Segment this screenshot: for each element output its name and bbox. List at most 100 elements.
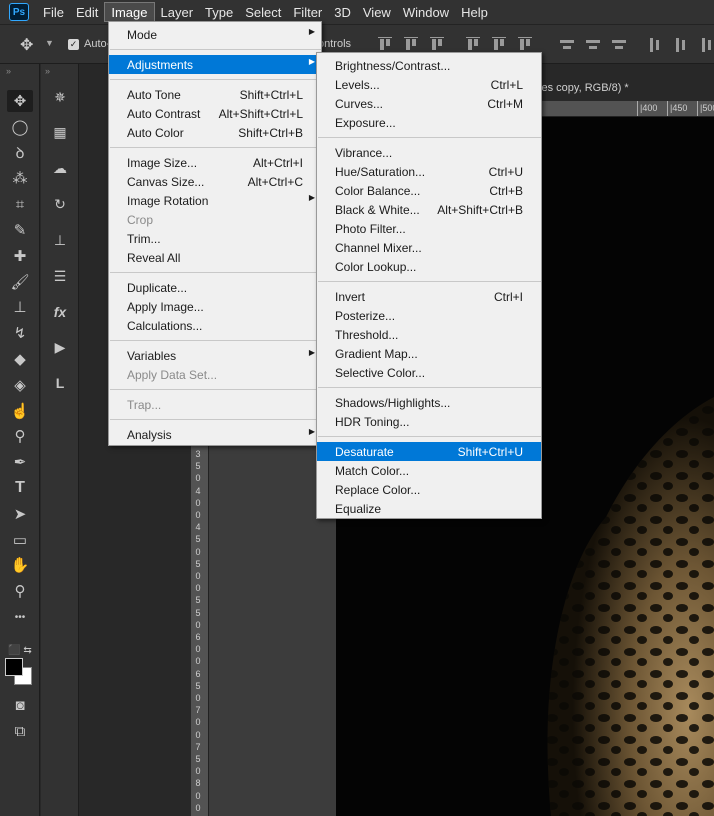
path-selection-icon[interactable]: ➤ bbox=[7, 503, 33, 525]
quick-mask-icon[interactable]: ◙ bbox=[7, 694, 33, 716]
menu-item-image-size[interactable]: Image Size... Alt+Ctrl+I bbox=[109, 153, 321, 172]
menu-image[interactable]: Image bbox=[104, 2, 155, 22]
menu-select[interactable]: Select bbox=[239, 2, 287, 22]
menu-item-replace-color[interactable]: Replace Color... bbox=[317, 480, 541, 499]
chevron-down-icon[interactable]: ▼ bbox=[45, 38, 54, 48]
align-distribute-icon[interactable] bbox=[700, 37, 714, 53]
menu-item-image-rotation[interactable]: Image Rotation ▶ bbox=[109, 191, 321, 210]
styles-panel-icon[interactable]: fx bbox=[48, 301, 72, 323]
history-panel-icon[interactable]: ↻ bbox=[48, 193, 72, 215]
menu-item-auto-color[interactable]: Auto Color Shift+Ctrl+B bbox=[109, 123, 321, 142]
menu-item-duplicate[interactable]: Duplicate... bbox=[109, 278, 321, 297]
menu-window[interactable]: Window bbox=[397, 2, 455, 22]
align-distribute-icon[interactable] bbox=[518, 37, 532, 53]
menu-item-posterize[interactable]: Posterize... bbox=[317, 306, 541, 325]
pen-icon[interactable]: ✒ bbox=[7, 451, 33, 473]
menu-view[interactable]: View bbox=[357, 2, 397, 22]
paragraph-panel-icon[interactable]: ☰ bbox=[48, 265, 72, 287]
menu-item-invert[interactable]: Invert Ctrl+I bbox=[317, 287, 541, 306]
align-distribute-icon[interactable] bbox=[492, 37, 506, 53]
rectangle-tool-icon[interactable]: ▭ bbox=[7, 529, 33, 551]
menu-item-match-color[interactable]: Match Color... bbox=[317, 461, 541, 480]
menu-edit[interactable]: Edit bbox=[70, 2, 104, 22]
screen-mode-icon[interactable]: ⧉ bbox=[7, 720, 33, 742]
menu-type[interactable]: Type bbox=[199, 2, 239, 22]
menu-item-threshold[interactable]: Threshold... bbox=[317, 325, 541, 344]
document-tab-title[interactable]: yes copy, RGB/8) * bbox=[536, 82, 629, 94]
menu-item-curves[interactable]: Curves... Ctrl+M bbox=[317, 94, 541, 113]
menu-shortcut: Alt+Ctrl+C bbox=[247, 175, 303, 189]
menu-filter[interactable]: Filter bbox=[287, 2, 328, 22]
menu-item-brightness-contrast[interactable]: Brightness/Contrast... bbox=[317, 56, 541, 75]
menu-item-channel-mixer[interactable]: Channel Mixer... bbox=[317, 238, 541, 257]
smudge-icon[interactable]: ☝ bbox=[7, 400, 33, 422]
align-distribute-icon[interactable] bbox=[430, 37, 444, 53]
menu-item-auto-contrast[interactable]: Auto Contrast Alt+Shift+Ctrl+L bbox=[109, 104, 321, 123]
menu-item-color-balance[interactable]: Color Balance... Ctrl+B bbox=[317, 181, 541, 200]
align-distribute-icon[interactable] bbox=[612, 37, 626, 53]
navigator-panel-icon[interactable]: ✵ bbox=[48, 86, 72, 108]
clone-stamp-icon[interactable]: ⊥ bbox=[7, 296, 33, 318]
eyedropper-icon[interactable]: ✎ bbox=[7, 219, 33, 241]
menu-item-mode[interactable]: Mode ▶ bbox=[109, 25, 321, 44]
magic-wand-icon[interactable]: ⁂ bbox=[7, 167, 33, 189]
menu-item-gradient-map[interactable]: Gradient Map... bbox=[317, 344, 541, 363]
align-distribute-icon[interactable] bbox=[648, 37, 662, 53]
menu-item-color-lookup[interactable]: Color Lookup... bbox=[317, 257, 541, 276]
brush-icon[interactable]: 🖌 bbox=[7, 271, 33, 293]
menu-item-adjustments[interactable]: Adjustments ▶ bbox=[109, 55, 321, 74]
align-distribute-icon[interactable] bbox=[466, 37, 480, 53]
auto-select-checkbox[interactable]: ✓ bbox=[68, 39, 79, 50]
paint-bucket-icon[interactable]: ◈ bbox=[7, 374, 33, 396]
foreground-color-swatch[interactable] bbox=[5, 658, 23, 676]
menu-item-apply-image[interactable]: Apply Image... bbox=[109, 297, 321, 316]
menu-item-variables[interactable]: Variables ▶ bbox=[109, 346, 321, 365]
type-tool-icon[interactable]: T bbox=[7, 477, 33, 499]
history-brush-icon[interactable]: ↯ bbox=[7, 322, 33, 344]
menu-item-exposure[interactable]: Exposure... bbox=[317, 113, 541, 132]
panel-grip-icon[interactable]: » bbox=[45, 66, 50, 76]
menu-item-analysis[interactable]: Analysis ▶ bbox=[109, 425, 321, 444]
zoom-tool-icon[interactable]: ⚲ bbox=[7, 580, 33, 602]
menu-item-hdr-toning[interactable]: HDR Toning... bbox=[317, 412, 541, 431]
hand-tool-icon[interactable]: ✋ bbox=[7, 554, 33, 576]
menu-item-selective-color[interactable]: Selective Color... bbox=[317, 363, 541, 382]
menu-item-reveal-all[interactable]: Reveal All bbox=[109, 248, 321, 267]
libraries-panel-icon[interactable]: ☁ bbox=[48, 158, 72, 180]
panel-grip-icon[interactable]: » bbox=[6, 66, 11, 76]
align-distribute-icon[interactable] bbox=[586, 37, 600, 53]
move-tool-preset-icon[interactable]: ✥ bbox=[20, 35, 33, 55]
menu-item-auto-tone[interactable]: Auto Tone Shift+Ctrl+L bbox=[109, 85, 321, 104]
align-distribute-icon[interactable] bbox=[404, 37, 418, 53]
more-tools-icon[interactable]: ••• bbox=[7, 606, 33, 628]
menu-item-trim[interactable]: Trim... bbox=[109, 229, 321, 248]
menu-item-levels[interactable]: Levels... Ctrl+L bbox=[317, 75, 541, 94]
menu-3d[interactable]: 3D bbox=[328, 2, 357, 22]
dodge-icon[interactable]: ⚲ bbox=[7, 425, 33, 447]
align-distribute-icon[interactable] bbox=[378, 37, 392, 53]
actions-panel-icon[interactable]: ▶ bbox=[48, 337, 72, 359]
menu-item-vibrance[interactable]: Vibrance... bbox=[317, 143, 541, 162]
menu-item-equalize[interactable]: Equalize bbox=[317, 499, 541, 518]
align-distribute-icon[interactable] bbox=[560, 37, 574, 53]
healing-brush-icon[interactable]: ✚ bbox=[7, 245, 33, 267]
properties-panel-icon[interactable]: ▦ bbox=[48, 122, 72, 144]
menu-file[interactable]: File bbox=[37, 2, 70, 22]
layer-comps-panel-icon[interactable]: L bbox=[48, 372, 72, 394]
move-tool-icon[interactable]: ✥ bbox=[7, 90, 33, 112]
menu-help[interactable]: Help bbox=[455, 2, 494, 22]
lasso-icon[interactable]: ꝺ bbox=[7, 142, 33, 164]
menu-item-photo-filter[interactable]: Photo Filter... bbox=[317, 219, 541, 238]
menu-item-hue-saturation[interactable]: Hue/Saturation... Ctrl+U bbox=[317, 162, 541, 181]
menu-item-desaturate[interactable]: Desaturate Shift+Ctrl+U bbox=[317, 442, 541, 461]
menu-item-calculations[interactable]: Calculations... bbox=[109, 316, 321, 335]
clone-source-panel-icon[interactable]: ⊥ bbox=[48, 229, 72, 251]
eraser-icon[interactable]: ◆ bbox=[7, 348, 33, 370]
menu-item-shadows-highlights[interactable]: Shadows/Highlights... bbox=[317, 393, 541, 412]
menu-layer[interactable]: Layer bbox=[155, 2, 200, 22]
elliptical-marquee-icon[interactable]: ◯ bbox=[7, 116, 33, 138]
align-distribute-icon[interactable] bbox=[674, 37, 688, 53]
menu-item-black-white[interactable]: Black & White... Alt+Shift+Ctrl+B bbox=[317, 200, 541, 219]
menu-item-canvas-size[interactable]: Canvas Size... Alt+Ctrl+C bbox=[109, 172, 321, 191]
crop-icon[interactable]: ⌗ bbox=[7, 193, 33, 215]
